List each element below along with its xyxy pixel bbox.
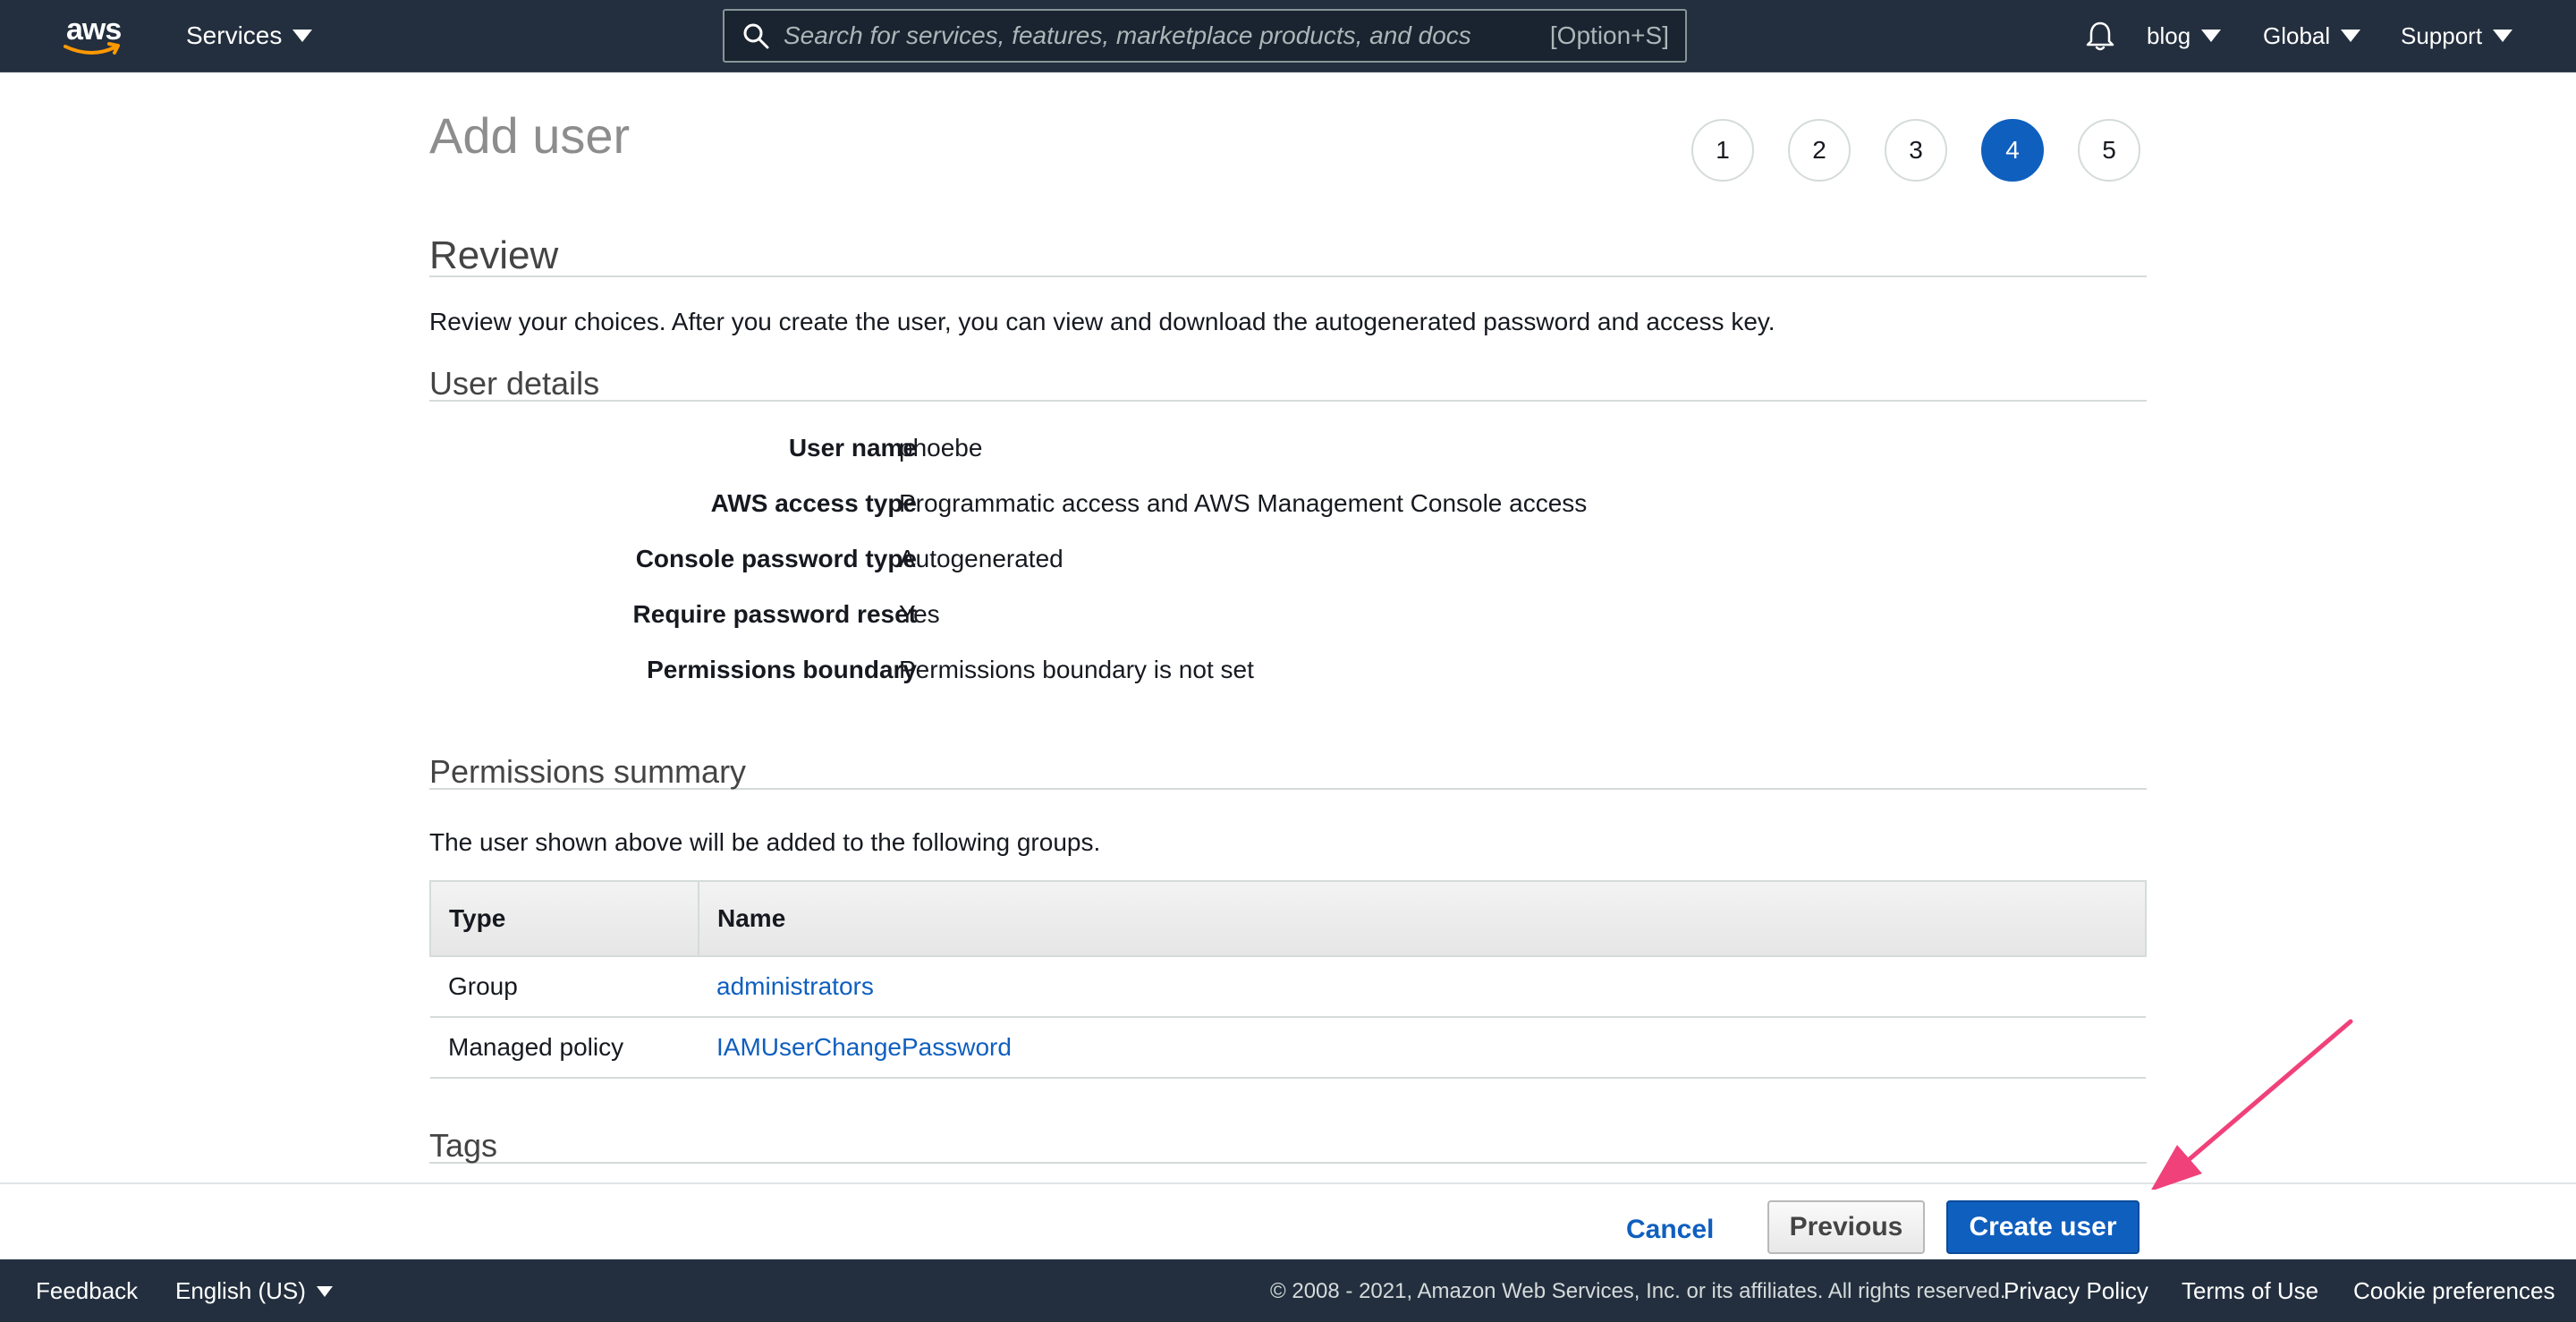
review-heading: Review xyxy=(429,236,2147,277)
feedback-link[interactable]: Feedback xyxy=(36,1277,138,1305)
support-label: Support xyxy=(2401,21,2483,49)
wizard-action-bar: Cancel Previous Create user xyxy=(0,1182,2576,1259)
language-selector[interactable]: English (US) xyxy=(175,1277,333,1305)
region-label: Global xyxy=(2263,21,2331,49)
detail-row-access-type: AWS access type Programmatic access and … xyxy=(429,489,2147,525)
search-icon xyxy=(743,23,769,49)
detail-value: phoebe xyxy=(899,434,983,462)
region-menu-button[interactable]: Global xyxy=(2263,18,2361,54)
detail-row-password-type: Console password type Autogenerated xyxy=(429,545,2147,580)
group-link-administrators[interactable]: administrators xyxy=(716,972,874,1000)
step-3[interactable]: 3 xyxy=(1885,119,1947,182)
cookie-preferences-link[interactable]: Cookie preferences xyxy=(2353,1277,2555,1305)
cell-type: Managed policy xyxy=(430,1017,699,1079)
copyright-text: © 2008 - 2021, Amazon Web Services, Inc.… xyxy=(1270,1279,2006,1303)
step-4-current[interactable]: 4 xyxy=(1981,119,2044,182)
detail-label: AWS access type xyxy=(710,489,917,517)
detail-value: Autogenerated xyxy=(899,545,1063,572)
detail-label: Permissions boundary xyxy=(647,656,917,683)
previous-button[interactable]: Previous xyxy=(1767,1200,1925,1254)
cell-name: administrators xyxy=(699,956,2146,1018)
table-row: Group administrators xyxy=(430,956,2146,1018)
caret-down-icon xyxy=(2201,30,2222,42)
caret-down-icon xyxy=(2493,30,2513,42)
detail-value: Yes xyxy=(899,600,940,628)
cell-type: Group xyxy=(430,956,699,1018)
caret-down-icon xyxy=(316,1285,333,1297)
aws-smile-icon xyxy=(64,42,120,55)
aws-logo-text: aws xyxy=(66,13,122,47)
caret-down-icon xyxy=(292,30,313,42)
account-menu-button[interactable]: blog xyxy=(2147,18,2222,54)
cell-name: IAMUserChangePassword xyxy=(699,1017,2146,1079)
services-menu-button[interactable]: Services xyxy=(186,18,313,54)
detail-label: Require password reset xyxy=(632,600,917,628)
detail-row-password-reset: Require password reset Yes xyxy=(429,600,2147,636)
search-input[interactable] xyxy=(784,21,1550,50)
account-label: blog xyxy=(2147,21,2191,49)
detail-row-user-name: User name phoebe xyxy=(429,434,2147,470)
policy-link-iamuserchangepassword[interactable]: IAMUserChangePassword xyxy=(716,1033,1012,1061)
step-1[interactable]: 1 xyxy=(1691,119,1754,182)
annotation-arrow-icon xyxy=(2151,1019,2353,1190)
caret-down-icon xyxy=(2341,30,2361,42)
support-menu-button[interactable]: Support xyxy=(2401,18,2513,54)
detail-row-permissions-boundary: Permissions boundary Permissions boundar… xyxy=(429,656,2147,691)
column-header-name: Name xyxy=(698,880,2147,957)
detail-value: Permissions boundary is not set xyxy=(899,656,1254,683)
notifications-bell-icon[interactable] xyxy=(2082,18,2118,54)
aws-logo[interactable]: aws xyxy=(63,14,125,57)
step-5[interactable]: 5 xyxy=(2078,119,2140,182)
console-footer: Feedback English (US) © 2008 - 2021, Ama… xyxy=(0,1259,2576,1322)
user-details-heading: User details xyxy=(429,368,2147,402)
create-user-button[interactable]: Create user xyxy=(1946,1200,2140,1254)
wizard-steps: 1 2 3 4 5 xyxy=(1691,119,2140,182)
permissions-table: Type Name Group administrators Managed p… xyxy=(429,880,2147,1079)
tags-heading: Tags xyxy=(429,1130,2147,1164)
step-2[interactable]: 2 xyxy=(1788,119,1851,182)
cancel-button[interactable]: Cancel xyxy=(1626,1215,1714,1245)
detail-label: User name xyxy=(788,434,917,462)
review-description: Review your choices. After you create th… xyxy=(429,308,1775,335)
table-row: Managed policy IAMUserChangePassword xyxy=(430,1017,2146,1079)
search-shortcut-hint: [Option+S] xyxy=(1549,21,1669,49)
terms-of-use-link[interactable]: Terms of Use xyxy=(2182,1277,2318,1305)
column-header-type: Type xyxy=(429,880,699,957)
table-header-row: Type Name xyxy=(429,880,2147,957)
page-title: Add user xyxy=(429,107,631,164)
privacy-policy-link[interactable]: Privacy Policy xyxy=(2004,1277,2148,1305)
permissions-summary-heading: Permissions summary xyxy=(429,756,2147,790)
search-bar[interactable]: [Option+S] xyxy=(723,9,1687,63)
services-label: Services xyxy=(186,21,283,49)
detail-label: Console password type xyxy=(635,545,917,572)
language-label: English (US) xyxy=(175,1277,306,1304)
permissions-description: The user shown above will be added to th… xyxy=(429,828,1101,856)
detail-value: Programmatic access and AWS Management C… xyxy=(899,489,1588,517)
top-navigation: aws Services [Option+S] blog Global Supp… xyxy=(0,0,2576,72)
